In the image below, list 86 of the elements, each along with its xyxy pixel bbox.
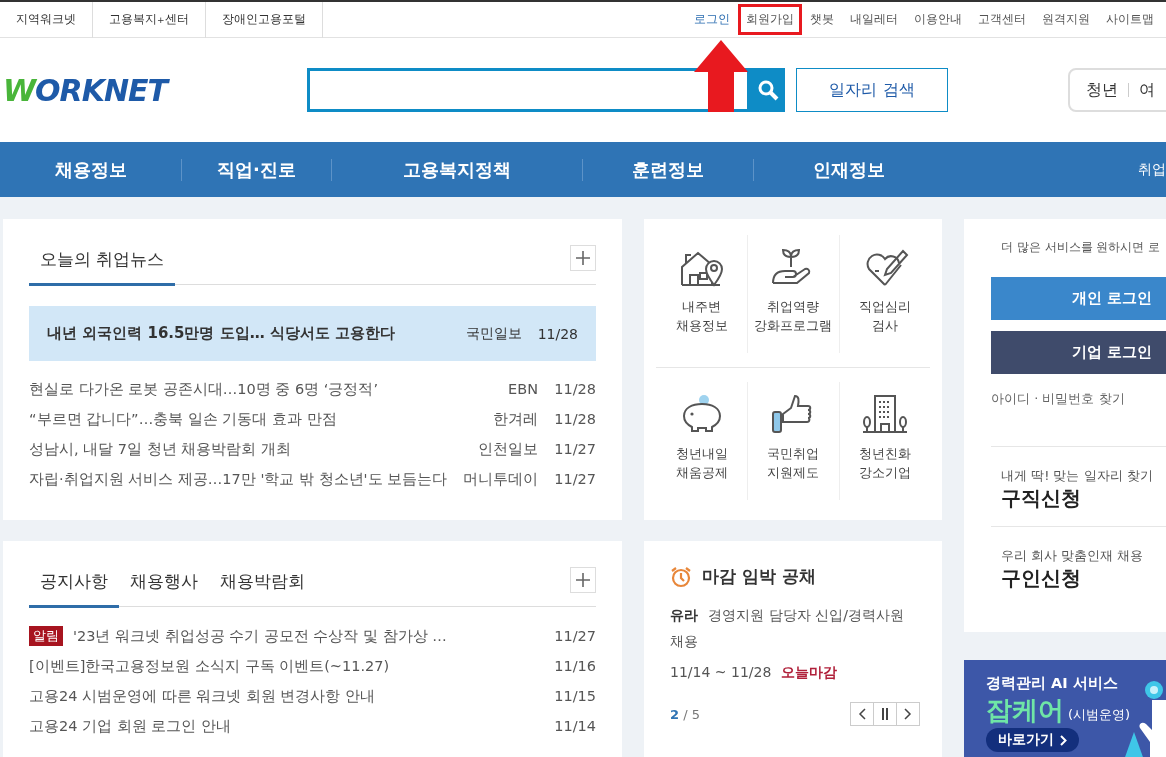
login-button[interactable]: 개인 로그인 bbox=[991, 277, 1166, 320]
logo[interactable]: WORKNET bbox=[3, 72, 307, 108]
service-link[interactable]: 국민취업 지원제도 bbox=[747, 382, 839, 500]
news-headline[interactable]: 자립·취업지원 서비스 제공…17만 '학교 밖 청소년'도 보듬는다 bbox=[29, 469, 451, 489]
section-title: 마감 임박 공채 bbox=[702, 565, 816, 588]
chevron-left-icon bbox=[858, 708, 866, 720]
nav-item[interactable]: 직업·진로 bbox=[182, 157, 331, 182]
top-link[interactable]: 고객센터 bbox=[970, 4, 1034, 35]
go-button[interactable]: 바로가기 bbox=[986, 728, 1079, 752]
posting-period: 11/14 ~ 11/28 bbox=[670, 664, 772, 682]
more-button[interactable] bbox=[570, 567, 596, 593]
job-search-button[interactable]: 일자리 검색 bbox=[796, 68, 948, 112]
notice-title[interactable]: '23년 워크넷 취업성공 수기 공모전 수상작 및 참가상 … bbox=[73, 626, 538, 646]
news-headline[interactable]: 현실로 다가온 로봇 공존시대…10명 중 6명 ‘긍정적’ bbox=[29, 379, 497, 399]
notice-title[interactable]: [이벤트]한국고용정보원 소식지 구독 이벤트(~11.27) bbox=[29, 656, 538, 676]
plus-icon bbox=[576, 251, 590, 265]
search-field[interactable] bbox=[307, 68, 750, 112]
tab[interactable]: 채용박람회 bbox=[209, 570, 316, 608]
news-headline[interactable]: “부르면 갑니다”…충북 일손 기동대 효과 만점 bbox=[29, 409, 481, 429]
service-link[interactable]: 내주변 채용정보 bbox=[656, 235, 748, 353]
apply-link[interactable]: 구직신청 bbox=[1001, 486, 1081, 510]
top-link[interactable]: 이용안내 bbox=[906, 4, 970, 35]
apply-link[interactable]: 구인신청 bbox=[1001, 566, 1081, 590]
news-source: 머니투데이 bbox=[463, 469, 538, 489]
service-link[interactable]: 청년친화 강소기업 bbox=[838, 382, 930, 500]
notice-date: 11/14 bbox=[553, 718, 596, 734]
news-date: 11/28 bbox=[553, 411, 596, 427]
top-link[interactable]: 원격지원 bbox=[1034, 4, 1098, 35]
nav-item[interactable]: 채용정보 bbox=[0, 157, 181, 182]
notice-badge: 알림 bbox=[29, 626, 63, 646]
news-source: 한겨레 bbox=[493, 409, 538, 429]
pause-icon bbox=[881, 708, 889, 720]
service-link[interactable]: 직업심리 검사 bbox=[838, 235, 930, 353]
news-source: 국민일보 bbox=[466, 324, 522, 343]
news-date: 11/27 bbox=[553, 471, 596, 487]
top-link[interactable]: 장애인고용포털 bbox=[205, 1, 323, 38]
building-icon bbox=[860, 392, 909, 436]
nav-item[interactable]: 고용복지정책 bbox=[332, 157, 582, 182]
search-button[interactable] bbox=[750, 68, 785, 112]
news-headline[interactable]: 내년 외국인력 16.5만명 도입… 식당서도 고용한다 bbox=[47, 324, 454, 343]
audience-link[interactable]: 청년 bbox=[1086, 79, 1118, 101]
job-posting[interactable]: 유라 경영지원 담당자 신입/경력사원 채용 bbox=[670, 602, 920, 654]
notice-date: 11/15 bbox=[553, 688, 596, 704]
news-date: 11/27 bbox=[553, 441, 596, 457]
deadline-status: 오늘마감 bbox=[781, 664, 838, 682]
login-button[interactable]: 기업 로그인 bbox=[991, 331, 1166, 374]
banner-heading: 경력관리 AI 서비스 bbox=[986, 674, 1119, 693]
chevron-right-icon bbox=[904, 708, 912, 720]
service-link[interactable]: 청년내일 채움공제 bbox=[656, 382, 748, 500]
banner-note: (시범운영) bbox=[1068, 706, 1131, 724]
nav-item[interactable]: 취업 bbox=[1138, 160, 1166, 179]
login-hint: 더 많은 서비스를 원하시면 로 bbox=[1001, 239, 1162, 256]
top-link[interactable]: 로그인 bbox=[686, 4, 738, 35]
chevron-right-icon bbox=[1060, 734, 1067, 746]
notice-date: 11/16 bbox=[553, 658, 596, 674]
find-account-link[interactable]: 아이디 · 비밀번호 찾기 bbox=[991, 390, 1125, 408]
notice-title[interactable]: 고용24 기업 회원 로그인 안내 bbox=[29, 716, 538, 736]
section-caption: 우리 회사 맞춤인재 채용 bbox=[1001, 547, 1145, 565]
top-link[interactable]: 지역워크넷 bbox=[0, 1, 93, 38]
more-button[interactable] bbox=[570, 245, 596, 271]
news-source: EBN bbox=[508, 381, 538, 397]
banner-brand: 잡케어 bbox=[986, 694, 1064, 727]
nav-item[interactable]: 훈련정보 bbox=[583, 157, 753, 182]
tab[interactable]: 공지사항 bbox=[29, 570, 119, 608]
news-date: 11/28 bbox=[536, 325, 578, 342]
notice-title[interactable]: 고용24 시범운영에 따른 워크넷 회원 변경사항 안내 bbox=[29, 686, 538, 706]
news-headline[interactable]: 성남시, 내달 7일 청년 채용박람회 개최 bbox=[29, 439, 466, 459]
top-link[interactable]: 챗봇 bbox=[802, 4, 842, 35]
nav-item[interactable]: 인재정보 bbox=[754, 157, 944, 182]
search-icon bbox=[756, 79, 779, 101]
notice-date: 11/27 bbox=[553, 628, 596, 644]
pause-button[interactable] bbox=[873, 702, 897, 726]
plus-icon bbox=[576, 573, 590, 587]
tab[interactable]: 채용행사 bbox=[119, 570, 209, 608]
top-link[interactable]: 내일레터 bbox=[842, 4, 906, 35]
news-date: 11/28 bbox=[553, 381, 596, 397]
top-link[interactable]: 회원가입 bbox=[738, 4, 802, 35]
section-title: 오늘의 취업뉴스 bbox=[29, 248, 176, 286]
audience-link[interactable]: 여 bbox=[1139, 79, 1155, 101]
alarm-clock-icon bbox=[670, 565, 692, 588]
page-counter: 2 / 5 bbox=[670, 706, 700, 722]
service-link[interactable]: 취업역량 강화프로그램 bbox=[747, 235, 839, 353]
section-caption: 내게 딱! 맞는 일자리 찾기 bbox=[1001, 467, 1154, 485]
news-source: 인천일보 bbox=[478, 439, 538, 459]
promo-banner[interactable]: 경력관리 AI 서비스 잡케어(시범운영) 바로가기 bbox=[964, 660, 1166, 757]
top-link[interactable]: 사이트맵 bbox=[1098, 4, 1162, 35]
